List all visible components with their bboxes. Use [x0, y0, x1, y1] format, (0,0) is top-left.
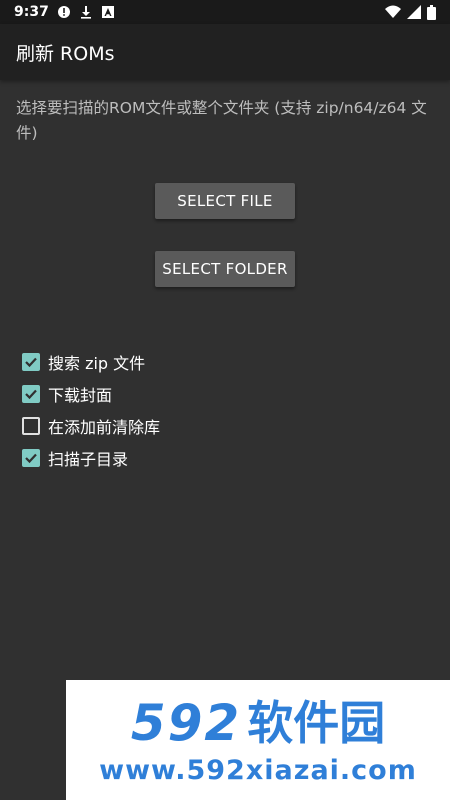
checkmark-icon [25, 389, 37, 400]
text-icon [101, 5, 115, 19]
option-download-covers[interactable]: 下载封面 [22, 378, 160, 410]
watermark-logo: 592 软件园 [131, 695, 385, 751]
app-bar: 刷新 ROMs [0, 24, 450, 80]
option-label: 扫描子目录 [48, 450, 129, 469]
checkbox-clear-library[interactable] [22, 417, 40, 435]
watermark: 592 软件园 www.592xiazai.com [66, 680, 450, 800]
checkbox-download-covers[interactable] [22, 385, 40, 403]
option-label: 在添加前清除库 [48, 418, 161, 437]
signal-icon [407, 5, 421, 19]
watermark-logo-text: 软件园 [247, 695, 386, 750]
status-left: 9:37 [14, 4, 115, 20]
checkmark-icon [25, 357, 37, 368]
watermark-logo-number: 592 [130, 693, 242, 752]
watermark-url: www.592xiazai.com [99, 754, 417, 786]
option-clear-library[interactable]: 在添加前清除库 [22, 410, 160, 442]
screen: 9:37 刷新 ROMs 选择要扫描的ROM文件或整个文件夹 (支持 zip/n… [0, 0, 450, 800]
option-search-zip[interactable]: 搜索 zip 文件 [22, 346, 160, 378]
alert-icon [57, 5, 71, 19]
battery-icon [427, 4, 436, 20]
option-label: 下载封面 [48, 386, 113, 405]
page-title: 刷新 ROMs [16, 42, 115, 65]
wifi-icon [385, 5, 401, 19]
status-time: 9:37 [14, 4, 49, 20]
option-scan-subdirs[interactable]: 扫描子目录 [22, 442, 160, 474]
status-right [385, 4, 436, 20]
select-file-button[interactable]: SELECT FILE [155, 183, 295, 219]
checkmark-icon [25, 453, 37, 464]
checkbox-scan-subdirs[interactable] [22, 449, 40, 467]
status-bar: 9:37 [0, 0, 450, 24]
options-list: 搜索 zip 文件 下载封面 在添加前清除库 扫描子目录 [22, 346, 160, 474]
checkbox-search-zip[interactable] [22, 353, 40, 371]
instruction-text: 选择要扫描的ROM文件或整个文件夹 (支持 zip/n64/z64 文件) [16, 99, 427, 142]
select-folder-button[interactable]: SELECT FOLDER [155, 251, 295, 287]
option-label: 搜索 zip 文件 [48, 354, 146, 373]
download-icon [79, 5, 93, 19]
